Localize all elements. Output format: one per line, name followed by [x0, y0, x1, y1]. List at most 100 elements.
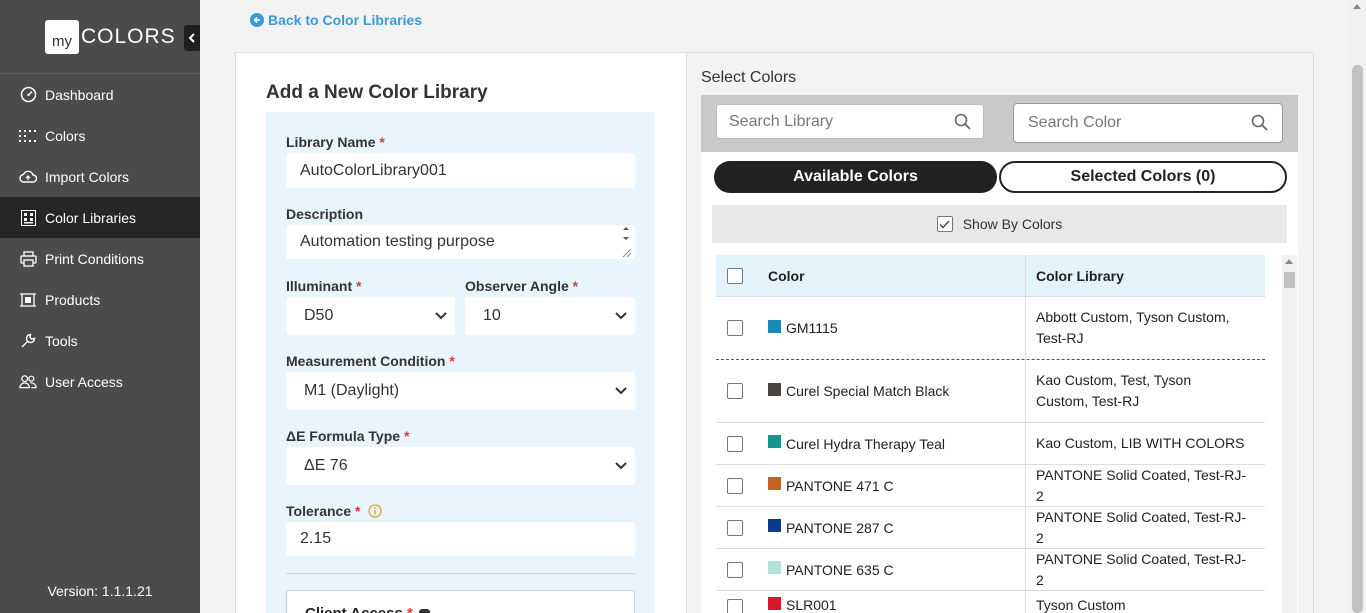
back-link-label: Back to Color Libraries: [268, 12, 423, 28]
color-libraries: PANTONE Solid Coated, Test-RJ-2: [1036, 466, 1247, 504]
page-scrollbar[interactable]: [1349, 0, 1366, 613]
row-checkbox[interactable]: [726, 435, 743, 452]
color-swatch: [768, 319, 781, 333]
scroll-up-icon[interactable]: [1285, 259, 1293, 264]
color-name: Curel Hydra Therapy Teal: [786, 435, 946, 452]
chevron-down-icon: [615, 462, 627, 470]
dashboard-icon: [19, 86, 37, 104]
row-checkbox[interactable]: [726, 320, 743, 336]
table-header: Color Color Library: [716, 255, 1265, 297]
tab-selected-colors[interactable]: Selected Colors (0): [999, 161, 1287, 193]
resize-handle-icon[interactable]: [619, 227, 633, 257]
library-name-input[interactable]: AutoColorLibrary001: [286, 153, 635, 188]
back-to-color-libraries-link[interactable]: Back to Color Libraries: [250, 12, 422, 28]
sidebar-item-label: User Access: [45, 373, 123, 390]
illuminant-label: Illuminant *: [286, 278, 362, 294]
color-name: SLR001: [786, 597, 837, 613]
logo-name: COLORS: [81, 25, 176, 48]
tolerance-input[interactable]: 2.15: [286, 522, 635, 556]
description-textarea[interactable]: Automation testing purpose: [286, 225, 635, 259]
tab-available-colors[interactable]: Available Colors: [714, 161, 997, 193]
table-row[interactable]: PANTONE 287 C PANTONE Solid Coated, Test…: [716, 507, 1265, 549]
search-icon[interactable]: [1251, 114, 1268, 131]
table-row[interactable]: Curel Hydra Therapy Teal Kao Custom, LIB…: [716, 423, 1265, 465]
row-checkbox[interactable]: [726, 477, 743, 494]
measurement-condition-select[interactable]: M1 (Daylight): [286, 372, 635, 410]
scroll-up-icon[interactable]: [1353, 4, 1361, 9]
search-icon[interactable]: [954, 113, 971, 130]
sidebar-item-user-access[interactable]: User Access: [0, 361, 200, 402]
table-row[interactable]: PANTONE 471 C PANTONE Solid Coated, Test…: [716, 465, 1265, 507]
colors-table: Color Color Library GM1115 Abbott Custom…: [716, 255, 1265, 613]
color-swatch: [768, 519, 781, 532]
collapse-sidebar-button[interactable]: [184, 25, 200, 51]
color-libraries: Kao Custom, LIB WITH COLORS: [1036, 435, 1245, 451]
column-header-library[interactable]: Color Library: [1026, 255, 1265, 296]
chevron-down-icon: [435, 312, 447, 320]
users-icon: [19, 373, 37, 391]
sidebar-item-import-colors[interactable]: Import Colors: [0, 156, 200, 197]
form-divider: [286, 573, 635, 574]
color-libraries: Tyson Custom: [1036, 597, 1126, 613]
scrollbar-thumb[interactable]: [1284, 272, 1295, 288]
color-swatch: [768, 477, 781, 490]
chevron-down-icon: [615, 387, 627, 395]
column-header-color[interactable]: Color: [753, 255, 1026, 296]
arrow-left-circle-icon: [250, 13, 264, 27]
sidebar-item-label: Print Conditions: [45, 250, 144, 267]
sidebar-item-color-libraries[interactable]: Color Libraries: [0, 197, 200, 238]
show-by-colors-checkbox[interactable]: [936, 216, 953, 232]
search-library-input[interactable]: Search Library: [716, 104, 984, 139]
sidebar-item-print-conditions[interactable]: Print Conditions: [0, 238, 200, 279]
table-row[interactable]: Curel Special Match Black Kao Custom, Te…: [716, 360, 1265, 423]
version-text: Version: 1.1.1.21: [47, 583, 153, 599]
scrollbar-thumb[interactable]: [1352, 65, 1363, 613]
sidebar-item-label: Dashboard: [45, 86, 114, 103]
row-checkbox[interactable]: [726, 519, 743, 536]
color-name: GM1115: [786, 320, 838, 336]
color-name: Curel Special Match Black: [786, 383, 950, 399]
illuminant-select[interactable]: D50: [286, 297, 455, 335]
color-libraries: Abbott Custom, Tyson Custom, Test-RJ: [1036, 309, 1230, 346]
chevron-left-icon: [188, 33, 195, 43]
observer-angle-select[interactable]: 10: [465, 297, 635, 335]
color-name: PANTONE 635 C: [786, 561, 894, 578]
formula-type-select[interactable]: ΔE 76: [286, 447, 635, 485]
color-swatch: [768, 561, 781, 574]
row-checkbox[interactable]: [726, 383, 743, 399]
app-logo[interactable]: my COLORS: [45, 20, 176, 54]
sidebar-item-tools[interactable]: Tools: [0, 320, 200, 361]
checkmark-icon: [939, 220, 950, 229]
select-all-checkbox[interactable]: [726, 267, 743, 284]
row-checkbox[interactable]: [726, 561, 743, 578]
logo-area: my COLORS: [0, 0, 200, 74]
sidebar-item-dashboard[interactable]: Dashboard: [0, 74, 200, 115]
show-by-colors-toggle[interactable]: Show By Colors: [712, 205, 1287, 243]
table-row[interactable]: PANTONE 635 C PANTONE Solid Coated, Test…: [716, 549, 1265, 591]
table-row[interactable]: GM1115 Abbott Custom, Tyson Custom, Test…: [716, 297, 1265, 360]
sidebar-item-products[interactable]: Products: [0, 279, 200, 320]
table-scrollbar[interactable]: [1282, 255, 1297, 613]
info-icon[interactable]: [368, 504, 383, 518]
select-colors-title: Select Colors: [701, 69, 797, 86]
printer-icon: [19, 250, 37, 268]
library-name-label: Library Name *: [286, 134, 385, 150]
color-name: PANTONE 287 C: [786, 519, 894, 536]
library-icon: [19, 209, 37, 227]
color-swatch: [768, 597, 781, 610]
page-title: Add a New Color Library: [266, 82, 488, 103]
table-row[interactable]: SLR001 Tyson Custom: [716, 591, 1265, 613]
sidebar-item-colors[interactable]: Colors: [0, 115, 200, 156]
logo-prefix: my: [45, 20, 79, 54]
observer-angle-label: Observer Angle *: [465, 278, 579, 294]
grid-dots-icon: [19, 127, 37, 145]
row-checkbox[interactable]: [726, 599, 743, 613]
formula-type-label: ΔE Formula Type *: [286, 428, 410, 444]
client-access-section: Client Access *: [286, 590, 635, 613]
product-icon: [19, 291, 37, 309]
color-swatch: [768, 435, 781, 448]
color-swatch: [768, 382, 781, 396]
search-color-input[interactable]: Search Color: [1013, 103, 1283, 143]
show-by-colors-label: Show By Colors: [962, 216, 1063, 232]
color-name: PANTONE 471 C: [786, 477, 894, 494]
